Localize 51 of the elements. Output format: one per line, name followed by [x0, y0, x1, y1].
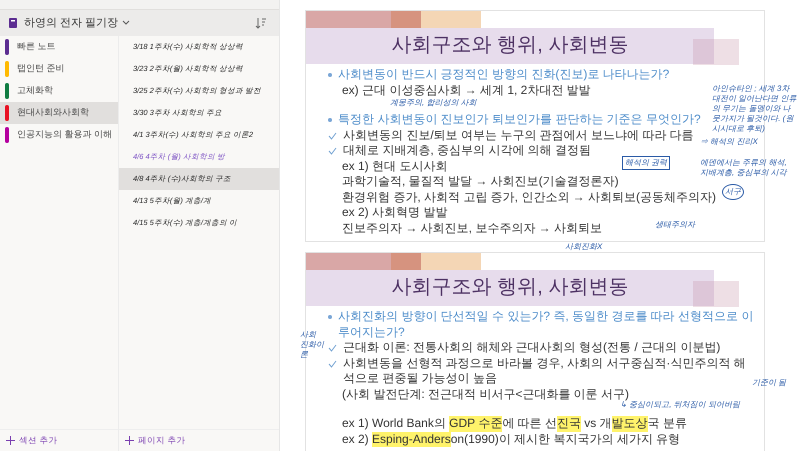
body-text: 진보주의자 → 사회진보, 보수주의자 → 사회퇴보: [341, 220, 602, 236]
check-text: 근대화 이론: 전통사회의 해체와 근대사회의 형성(전통 / 근대의 이분법): [343, 340, 720, 356]
bullet-icon: [328, 73, 332, 77]
section-label: 인공지능의 활용과 이해: [17, 128, 112, 142]
add-section-button[interactable]: 섹션 추가: [6, 434, 58, 447]
bullet-text: 사회변동이 반드시 긍정적인 방향의 진화(진보)로 나타나는가?: [338, 67, 670, 82]
body-text: ex 1) World Bank의 GDP 수준에 따른 선 진국 vs 개 발도상국 분류: [341, 416, 687, 432]
handwritten-note: 사회진화X: [565, 242, 602, 252]
handwritten-note: 사회 진화이론: [300, 330, 324, 360]
check-text: 대체로 지배계층, 중심부의 시각에 의해 결정됨: [343, 143, 592, 158]
section-label: 탭인턴 준비: [17, 62, 65, 76]
handwritten-note: 서구: [722, 184, 744, 200]
section-tab[interactable]: 빠른 노트: [0, 36, 118, 58]
body-text: ex 2) 사회혁명 발발: [341, 205, 448, 220]
bullet-text: 사회진화의 방향이 단선적일 수 있는가? 즉, 동일한 경로를 따라 선형적으로 이루어지는가?: [338, 309, 754, 340]
notebook-icon: [8, 17, 18, 29]
add-page-button[interactable]: 페이지 추가: [125, 434, 186, 447]
check-text: 사회변동을 선형적 과정으로 바라볼 경우, 사회의 서구중심적·식민주의적 해석으로 편중될 가능성이 높음: [343, 356, 747, 386]
check-text: 사회변동의 진보/퇴보 여부는 누구의 관점에서 보느냐에 따라 다름: [343, 128, 694, 143]
body-text: 환경위험 증가, 사회적 고립 증가, 인간소외 → 사회퇴보(공동체주의자): [341, 190, 716, 205]
handwritten-note: 에덴에서는 주류의 해석, 지배계층, 중심부의 시각: [700, 158, 788, 178]
bullet-text: 특정한 사회변동이 진보인가 퇴보인가를 판단하는 기준은 무엇인가?: [338, 112, 701, 128]
chevron-down-icon: [122, 20, 130, 26]
handwritten-note: 계몽주의, 합리성의 사회: [390, 98, 477, 108]
decor-square: [693, 281, 739, 307]
handwritten-note: ⇒ 해석의 진리X: [700, 137, 758, 147]
plus-icon: [125, 436, 134, 445]
sort-icon[interactable]: [255, 17, 267, 29]
section-label: 빠른 노트: [17, 40, 56, 54]
section-tab[interactable]: 탭인턴 준비: [0, 58, 118, 80]
handwritten-note: 해석의 권력: [622, 156, 670, 170]
slide-title: 사회구조와 행위, 사회변동: [306, 28, 714, 64]
handwritten-note: 아인슈타인 ; 세계 3차 대전이 일어난다면 인류의 무기는 돌멩이와 나뭇가지가 될것이다. (원시시대로 후퇴): [712, 84, 798, 134]
slide-title: 사회구조와 행위, 사회변동: [306, 270, 714, 306]
section-label: 현대사회와사회학: [17, 106, 89, 120]
body-text: (사회 발전단계: 전근대적 비서구<근대화를 이룬 서구): [341, 386, 630, 401]
body-text: 과학기술적, 물질적 발달 → 사회진보(기술결정론자): [341, 174, 619, 190]
handwritten-note: 생태주의자: [655, 220, 695, 230]
plus-icon: [6, 436, 15, 445]
body-text: ex 2) Esping-Anderson(1990)이 제시한 복지국가의 세가지 유형: [341, 432, 680, 447]
handwritten-note: ↳ 중심이되고, 뒤처짐이 되어버림: [620, 400, 740, 410]
section-tab[interactable]: 인공지능의 활용과 이해: [0, 124, 118, 146]
section-label: 고체화학: [17, 84, 53, 98]
body-text: ex 1) 현대 도시사회: [341, 158, 448, 174]
bullet-icon: [328, 315, 332, 319]
bullet-icon: [328, 118, 332, 122]
section-tab[interactable]: 고체화학: [0, 80, 118, 102]
decor-square: [693, 39, 739, 65]
handwritten-note: 기준이 됨: [752, 378, 786, 388]
section-tab[interactable]: 현대사회와사회학: [0, 102, 118, 124]
body-text: ex) 근대 이성중심사회 → 세계 1, 2차대전 발발: [341, 82, 591, 98]
